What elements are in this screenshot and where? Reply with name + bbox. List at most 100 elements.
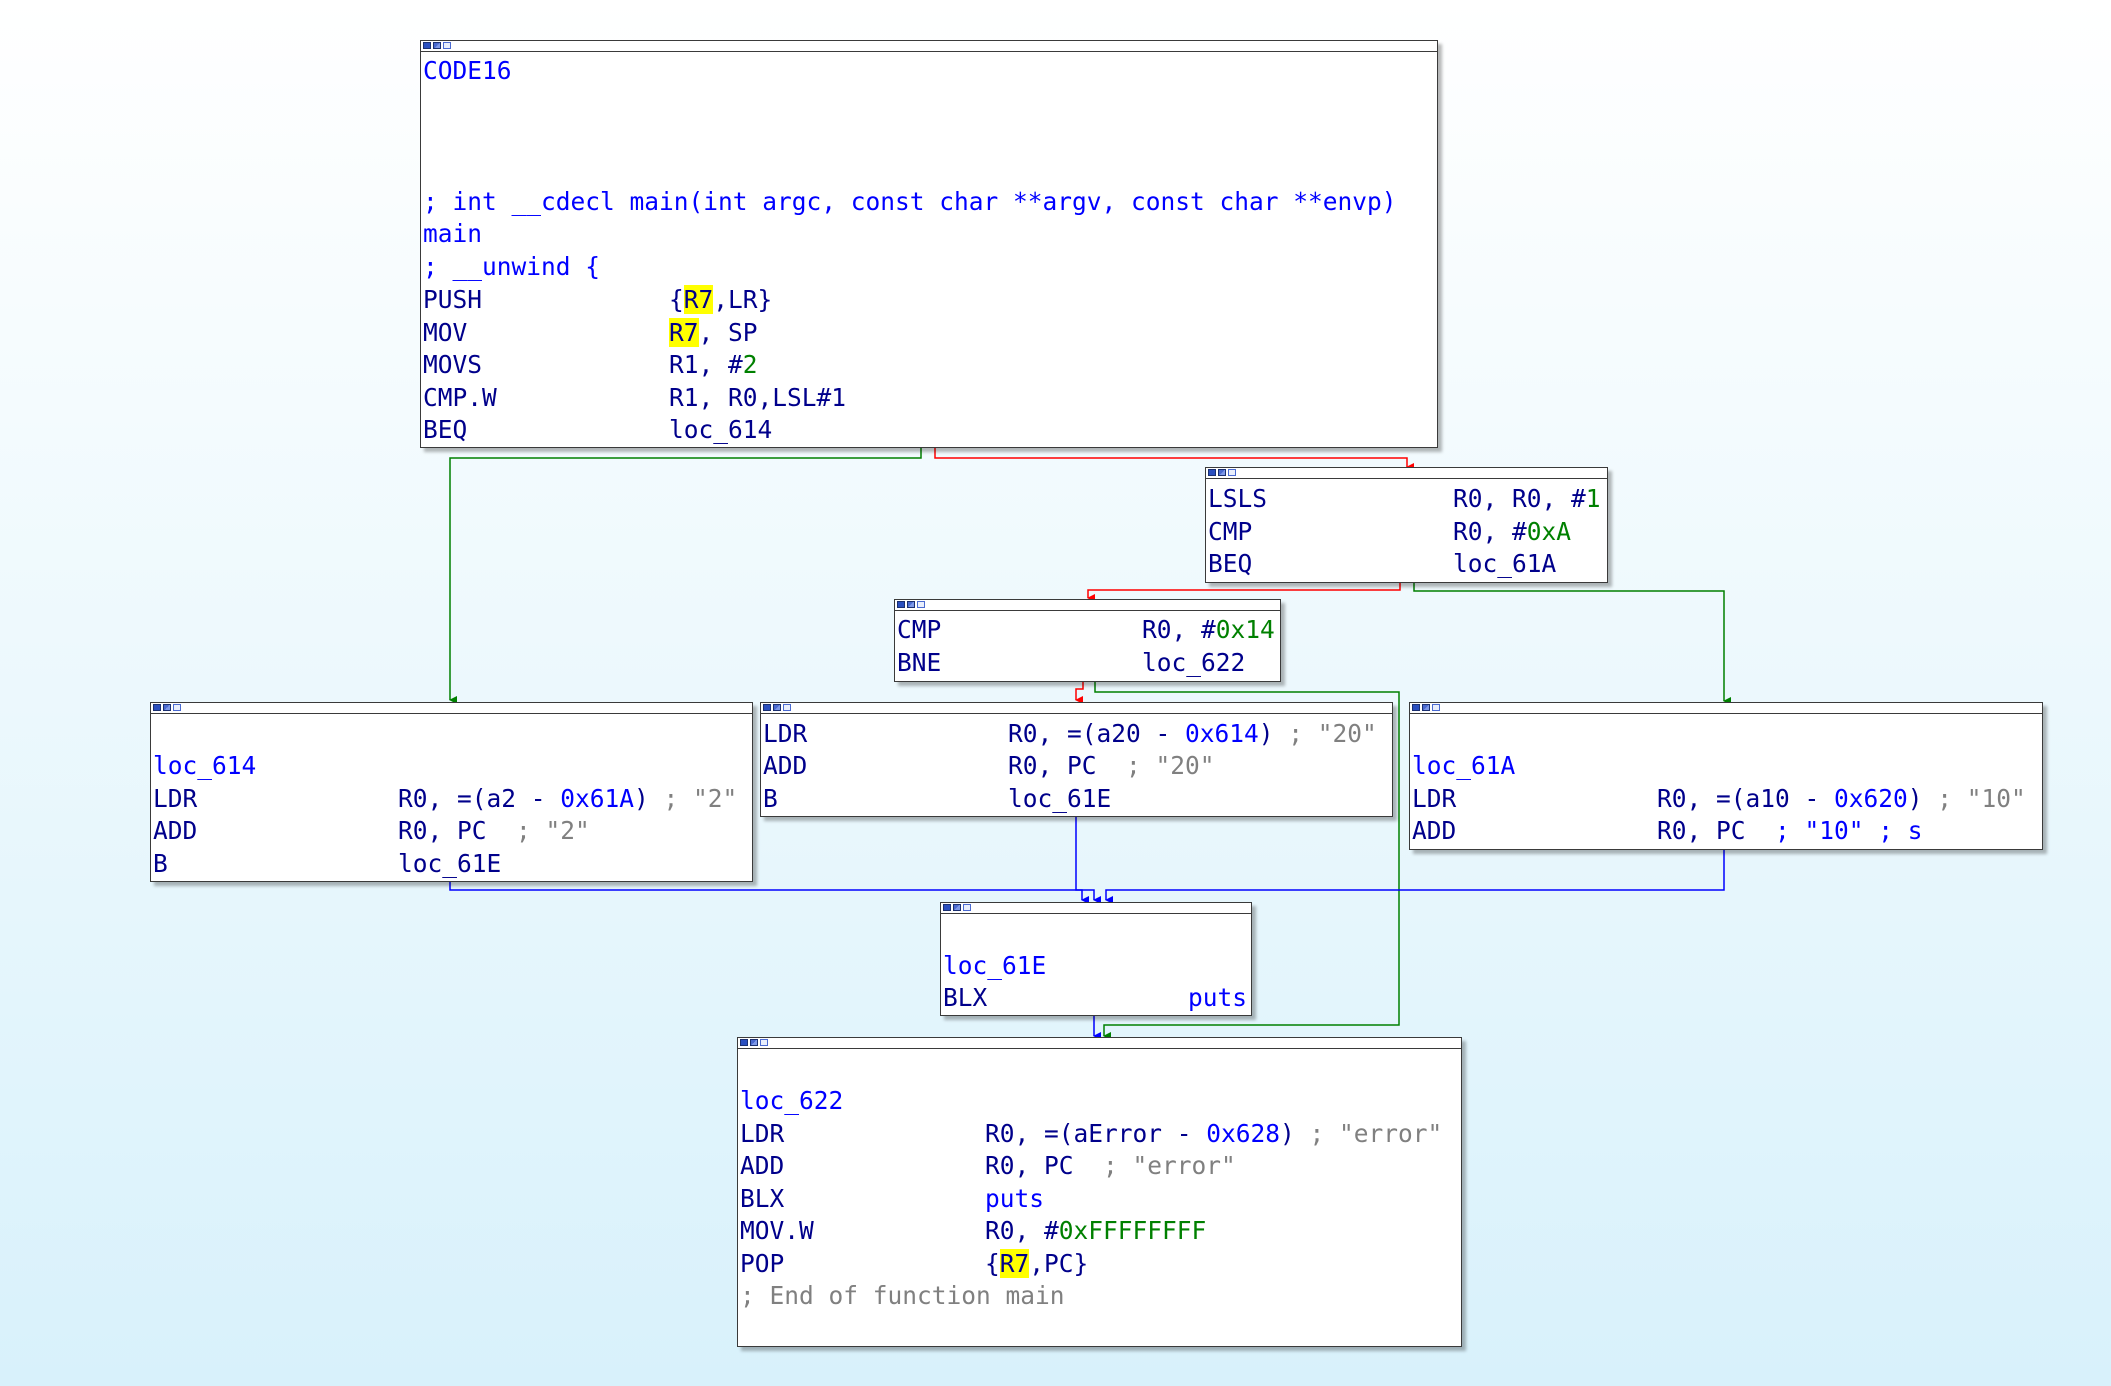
mnemonic: B xyxy=(153,849,168,878)
block-graph-icon[interactable] xyxy=(1422,704,1430,711)
block-list-icon[interactable] xyxy=(443,42,451,49)
mnemonic: POP xyxy=(740,1249,785,1278)
instruction-row[interactable]: ADD R0, PC ; "10" ; s xyxy=(1412,815,2042,847)
instruction-row[interactable]: B loc_61E xyxy=(153,848,751,880)
block-header xyxy=(151,703,752,714)
block-color-icon[interactable] xyxy=(740,1039,748,1046)
operand: R7, SP xyxy=(669,318,758,347)
mnemonic: LDR xyxy=(153,784,198,813)
instruction-row[interactable]: MOV R7, SP xyxy=(423,317,1423,349)
code-block-loc61a[interactable]: loc_61A LDR R0, =(a10 - 0x620) ; "10" AD… xyxy=(1409,702,2043,850)
instruction-row[interactable]: ADD R0, PC ; "20" xyxy=(763,750,1391,782)
block-graph-icon[interactable] xyxy=(907,601,915,608)
block-label[interactable]: loc_61E xyxy=(943,950,1046,982)
instruction-row[interactable]: MOV.W R0, #0xFFFFFFFF xyxy=(740,1215,1460,1247)
code-block-cmp14[interactable]: CMP R0, #0x14 BNE loc_622 xyxy=(894,599,1281,682)
block-color-icon[interactable] xyxy=(897,601,905,608)
instruction-row[interactable]: LDR R0, =(a20 - 0x614) ; "20" xyxy=(763,718,1391,750)
operand: R0, PC ; "error" xyxy=(985,1151,1236,1180)
operand: R0, =(a2 - 0x61A) ; "2" xyxy=(398,784,738,813)
block-list-icon[interactable] xyxy=(1432,704,1440,711)
mnemonic: B xyxy=(763,784,778,813)
branch-target[interactable]: loc_61A xyxy=(1453,548,1556,580)
instruction-row[interactable]: CMP R0, #0xA xyxy=(1208,516,1603,548)
instruction-row[interactable]: MOVS R1, #2 xyxy=(423,349,1423,381)
block-header xyxy=(895,600,1280,611)
call-target[interactable]: puts xyxy=(1188,982,1247,1014)
instruction-row[interactable]: LDR R0, =(a10 - 0x620) ; "10" xyxy=(1412,783,2042,815)
instruction-row[interactable]: LDR R0, =(a2 - 0x61A) ; "2" xyxy=(153,783,751,815)
code-block-loc61e[interactable]: loc_61E BLX puts xyxy=(940,902,1252,1016)
register-highlight: R7 xyxy=(999,1249,1030,1278)
edge-lsls-to-loc61a xyxy=(1413,583,1731,705)
branch-target[interactable]: loc_622 xyxy=(1142,647,1245,679)
end-function-comment: ; End of function main xyxy=(740,1281,1065,1310)
block-color-icon[interactable] xyxy=(1412,704,1420,711)
block-list-icon[interactable] xyxy=(963,904,971,911)
string-comment: ; "20" xyxy=(1273,719,1377,748)
edge-cmp14-to-ldr20 xyxy=(1075,682,1084,704)
block-label[interactable]: loc_614 xyxy=(153,750,256,782)
operand: R1, R0,LSL#1 xyxy=(669,383,847,412)
branch-target[interactable]: loc_614 xyxy=(669,414,772,446)
block-list-icon[interactable] xyxy=(760,1039,768,1046)
instruction-row[interactable]: CMP.W R1, R0,LSL#1 xyxy=(423,382,1423,414)
code-block-loc614[interactable]: loc_614 LDR R0, =(a2 - 0x61A) ; "2" ADD … xyxy=(150,702,753,882)
block-list-icon[interactable] xyxy=(917,601,925,608)
instruction-row[interactable]: LDR R0, =(aError - 0x628) ; "error" xyxy=(740,1118,1460,1150)
mnemonic: BLX xyxy=(943,983,988,1012)
instruction-row[interactable]: B loc_61E xyxy=(763,783,1391,815)
mnemonic: MOV.W xyxy=(740,1216,814,1245)
instruction-row[interactable]: BEQ loc_614 xyxy=(423,414,1423,446)
block-graph-icon[interactable] xyxy=(953,904,961,911)
block-list-icon[interactable] xyxy=(783,704,791,711)
operand: R0, PC ; "10" ; s xyxy=(1657,816,1923,845)
branch-target[interactable]: loc_61E xyxy=(398,848,501,880)
block-graph-icon[interactable] xyxy=(773,704,781,711)
block-list-icon[interactable] xyxy=(173,704,181,711)
code-block-main[interactable]: CODE16 ; int __cdecl main(int argc, cons… xyxy=(420,40,1438,448)
instruction-row[interactable]: BLX puts xyxy=(740,1183,1460,1215)
block-graph-icon[interactable] xyxy=(1218,469,1226,476)
edge-ldr20-to-loc61e xyxy=(1075,817,1101,904)
instruction-row[interactable]: BLX puts xyxy=(943,982,1249,1014)
mnemonic: CMP xyxy=(897,615,942,644)
operand: R0, PC ; "2" xyxy=(398,816,590,845)
block-label[interactable]: loc_622 xyxy=(740,1085,843,1117)
code-block-lsls[interactable]: LSLS R0, R0, #1 CMP R0, #0xA BEQ loc_61A xyxy=(1205,467,1608,583)
mnemonic: BEQ xyxy=(423,415,468,444)
instruction-row[interactable]: BNE loc_622 xyxy=(897,647,1277,679)
block-color-icon[interactable] xyxy=(763,704,771,711)
code-block-ldr20[interactable]: LDR R0, =(a20 - 0x614) ; "20" ADD R0, PC… xyxy=(760,702,1393,817)
block-header xyxy=(421,41,1437,52)
block-color-icon[interactable] xyxy=(153,704,161,711)
segment-line: CODE16 xyxy=(423,56,512,85)
function-label[interactable]: main xyxy=(423,218,482,250)
instruction-row[interactable]: PUSH {R7,LR} xyxy=(423,284,1423,316)
instruction-row[interactable]: ADD R0, PC ; "error" xyxy=(740,1150,1460,1182)
branch-target[interactable]: loc_61E xyxy=(1008,783,1111,815)
mnemonic: ADD xyxy=(740,1151,785,1180)
operand: R0, R0, #1 xyxy=(1453,484,1601,513)
block-header xyxy=(738,1038,1461,1049)
block-label[interactable]: loc_61A xyxy=(1412,750,1515,782)
string-comment: ; "error" xyxy=(1294,1119,1443,1148)
instruction-row[interactable]: ADD R0, PC ; "2" xyxy=(153,815,751,847)
block-graph-icon[interactable] xyxy=(750,1039,758,1046)
instruction-row[interactable]: POP {R7,PC} xyxy=(740,1248,1460,1280)
block-graph-icon[interactable] xyxy=(163,704,171,711)
string-comment: ; "error" xyxy=(1073,1151,1236,1180)
block-list-icon[interactable] xyxy=(1228,469,1236,476)
instruction-row[interactable]: LSLS R0, R0, #1 xyxy=(1208,483,1603,515)
code-block-loc622[interactable]: loc_622 LDR R0, =(aError - 0x628) ; "err… xyxy=(737,1037,1462,1347)
block-color-icon[interactable] xyxy=(1208,469,1216,476)
block-color-icon[interactable] xyxy=(423,42,431,49)
call-target[interactable]: puts xyxy=(985,1183,1044,1215)
instruction-row[interactable]: BEQ loc_61A xyxy=(1208,548,1603,580)
block-color-icon[interactable] xyxy=(943,904,951,911)
block-graph-icon[interactable] xyxy=(433,42,441,49)
mnemonic: LDR xyxy=(1412,784,1457,813)
operand: {R7,PC} xyxy=(985,1249,1089,1278)
operand: R0, =(aError - 0x628) ; "error" xyxy=(985,1119,1443,1148)
instruction-row[interactable]: CMP R0, #0x14 xyxy=(897,614,1277,646)
